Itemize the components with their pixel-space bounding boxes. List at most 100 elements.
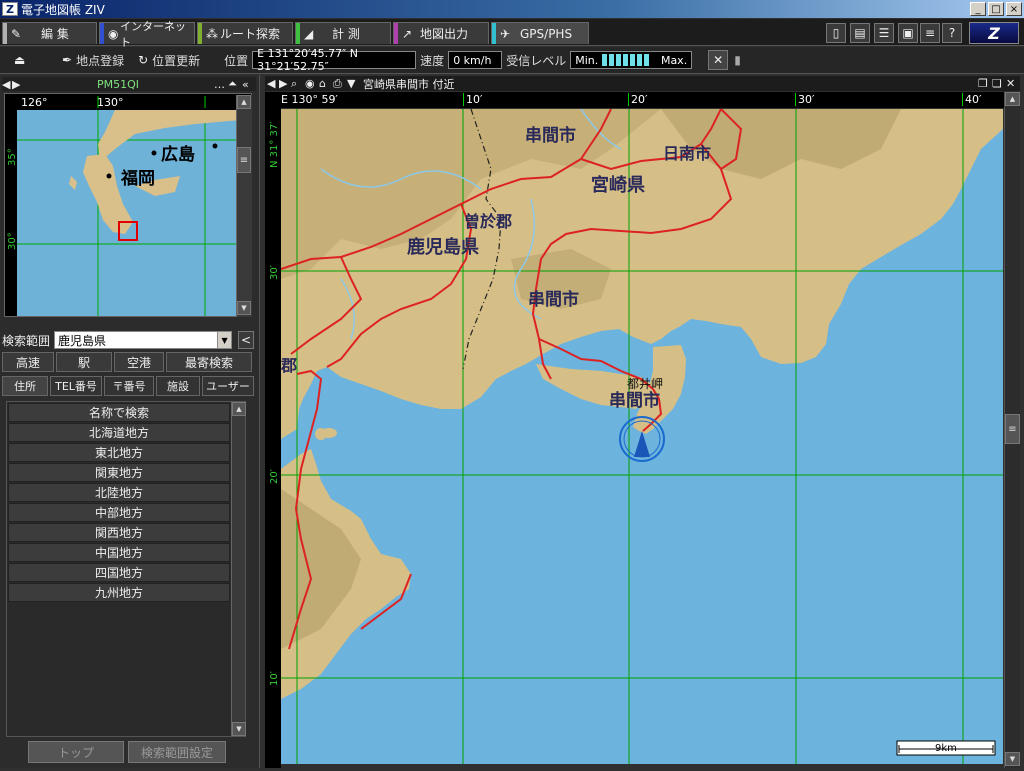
print-icon[interactable]: ⎙ xyxy=(333,77,347,91)
chevron-down-icon[interactable]: ▼ xyxy=(347,77,361,90)
top-button[interactable]: トップ xyxy=(28,741,124,763)
close-button[interactable]: × xyxy=(1006,2,1022,16)
tab-internet[interactable]: ◉ インターネット xyxy=(99,20,195,49)
gps-toolbar: ⏏ ✒ 地点登録 ↻ 位置更新 位置 E 131°20′45.77″ N 31°… xyxy=(0,47,1024,74)
maximize-icon[interactable]: ❏ xyxy=(992,77,1006,90)
document-icon[interactable]: ▤ xyxy=(850,23,870,43)
scroll-down-icon[interactable]: ▼ xyxy=(1005,752,1020,766)
notes-icon[interactable]: ≡ xyxy=(920,23,940,43)
up-icon[interactable]: ⏶ xyxy=(228,77,242,91)
scroll-up-icon[interactable]: ▲ xyxy=(1005,92,1020,106)
phs-icon[interactable]: ▮ xyxy=(734,53,741,67)
nearest-search-button[interactable]: 最寄検索 xyxy=(166,352,252,372)
airport-button[interactable]: 空港 xyxy=(114,352,164,372)
maximize-button[interactable]: □ xyxy=(988,2,1004,16)
gps-connect-icon[interactable]: ✕ xyxy=(708,50,729,70)
eject-icon[interactable]: ⏏ xyxy=(14,53,28,67)
tab-output[interactable]: ↗ 地図出力 xyxy=(393,22,489,44)
reception-bar xyxy=(609,54,615,66)
region-list-scrollbar[interactable]: ▲ ▼ xyxy=(231,402,246,736)
list-item[interactable]: 中国地方 xyxy=(8,543,230,562)
map-label: 宮崎県 xyxy=(591,174,645,196)
tab-postal[interactable]: 〒番号 xyxy=(104,376,154,396)
list-item[interactable]: 北陸地方 xyxy=(8,483,230,502)
tab-gps[interactable]: ✈ GPS/PHS xyxy=(491,22,589,44)
reception-label: 受信レベル xyxy=(506,53,567,68)
update-position-button[interactable]: 位置更新 xyxy=(148,52,204,69)
collapse-panel-button[interactable]: < xyxy=(238,331,255,349)
window-icon[interactable]: ▣ xyxy=(898,23,918,43)
app-icon: Z xyxy=(2,2,18,16)
search-range-row: 検索範囲 鹿児島県 ▼ < xyxy=(2,330,256,350)
list-item[interactable]: 九州地方 xyxy=(8,583,230,602)
list-item[interactable]: 東北地方 xyxy=(8,443,230,462)
prev-icon[interactable]: ◀ xyxy=(267,77,279,90)
close-icon[interactable]: ✕ xyxy=(1006,77,1020,90)
register-point-button[interactable]: 地点登録 xyxy=(72,52,128,69)
scroll-down-icon[interactable]: ▼ xyxy=(232,722,246,736)
zoom-icon[interactable]: ⌕ xyxy=(291,77,305,91)
reception-bar xyxy=(644,54,650,66)
tab-facility[interactable]: 施設 xyxy=(156,376,200,396)
next-icon[interactable]: ▶ xyxy=(279,77,291,90)
search-range-select[interactable]: 鹿児島県 ▼ xyxy=(54,331,233,349)
minimap-header: ◀ ▶ PM51QI … ⏶ « xyxy=(2,77,256,91)
map-label: 日南市 xyxy=(663,144,711,163)
main-map[interactable]: 串間市 日南市 宮崎県 曽於郡 鹿児島県 串間市 都井岬 串間市 郡 9km xyxy=(281,109,1003,764)
search-range-settings-button[interactable]: 検索範囲設定 xyxy=(128,741,226,763)
map-header: ◀ ▶ ⌕ ◉ ⌂ ⎙ ▼ 宮崎県串間市 付近 ❐ ❏ ✕ xyxy=(265,76,1020,91)
minimap[interactable]: 126° 130° 35° 30° 広島 福岡 xyxy=(4,93,252,317)
minimap-scrollbar[interactable]: ▲ ≡ ▼ xyxy=(236,95,252,317)
scroll-thumb[interactable]: ≡ xyxy=(1005,414,1020,444)
highway-button[interactable]: 高速 xyxy=(2,352,54,372)
map-scrollbar[interactable]: ▲ ≡ ▼ xyxy=(1004,92,1020,768)
window-title: 電子地図帳 ZIV xyxy=(21,2,105,17)
speed-value: 0 km/h xyxy=(448,51,503,69)
scroll-up-icon[interactable]: ▲ xyxy=(237,95,251,109)
list-item[interactable]: 関西地方 xyxy=(8,523,230,542)
help-icon[interactable]: ? xyxy=(942,23,962,43)
scroll-down-icon[interactable]: ▼ xyxy=(237,301,251,315)
tab-address[interactable]: 住所 xyxy=(2,376,48,396)
scroll-up-icon[interactable]: ▲ xyxy=(232,402,246,416)
page-icon[interactable]: ▯ xyxy=(826,23,846,43)
map-label: 都井岬 xyxy=(627,377,663,391)
tab-user[interactable]: ユーザー xyxy=(202,376,254,396)
station-button[interactable]: 駅 xyxy=(56,352,112,372)
title-bar: Z 電子地図帳 ZIV _ □ × xyxy=(0,0,1024,18)
list-item[interactable]: 北海道地方 xyxy=(8,423,230,442)
restore-icon[interactable]: ❐ xyxy=(978,77,992,90)
minimap-drawing: 126° 130° 35° 30° 広島 福岡 xyxy=(5,94,251,316)
next-icon[interactable]: ▶ xyxy=(12,78,22,91)
more-icon[interactable]: … xyxy=(214,78,228,91)
list-item[interactable]: 名称で検索 xyxy=(8,403,230,422)
chevron-down-icon[interactable]: ▼ xyxy=(217,332,232,348)
map-label: 曽於郡 xyxy=(464,212,512,231)
tab-phone[interactable]: TEL番号 xyxy=(50,376,102,396)
minimap-tick-top: 130° xyxy=(97,96,124,109)
list-item[interactable]: 中部地方 xyxy=(8,503,230,522)
list-item[interactable]: 関東地方 xyxy=(8,463,230,482)
tab-measure[interactable]: ◢ 計 測 xyxy=(295,22,391,44)
globe-icon[interactable]: ◉ xyxy=(305,77,319,90)
home-icon[interactable]: ⌂ xyxy=(319,77,333,90)
reception-bar xyxy=(630,54,636,66)
reception-meter: Min. Max. xyxy=(570,51,693,69)
list-icon[interactable]: ☰ xyxy=(874,23,894,43)
map-label: 郡 xyxy=(281,356,297,375)
speed-label: 速度 xyxy=(420,53,445,68)
refresh-icon: ↻ xyxy=(138,53,149,67)
tab-edit[interactable]: ✎ 編 集 xyxy=(2,22,97,44)
tab-color-flag xyxy=(394,23,398,44)
scroll-thumb[interactable]: ≡ xyxy=(237,147,251,173)
collapse-icon[interactable]: « xyxy=(242,78,256,91)
tab-route[interactable]: ⁂ ルート探索 xyxy=(197,22,293,44)
list-item[interactable]: 四国地方 xyxy=(8,563,230,582)
longitude-tick: 40′ xyxy=(962,93,982,106)
prev-icon[interactable]: ◀ xyxy=(2,78,12,91)
map-label: 串間市 xyxy=(528,289,579,310)
minimize-button[interactable]: _ xyxy=(970,2,986,16)
menu-tab-bar: ✎ 編 集 ◉ インターネット ⁂ ルート探索 ◢ 計 測 ↗ 地図出力 ✈ G… xyxy=(0,19,1024,49)
reception-bars xyxy=(602,54,650,66)
map-label: 鹿児島県 xyxy=(407,236,479,258)
